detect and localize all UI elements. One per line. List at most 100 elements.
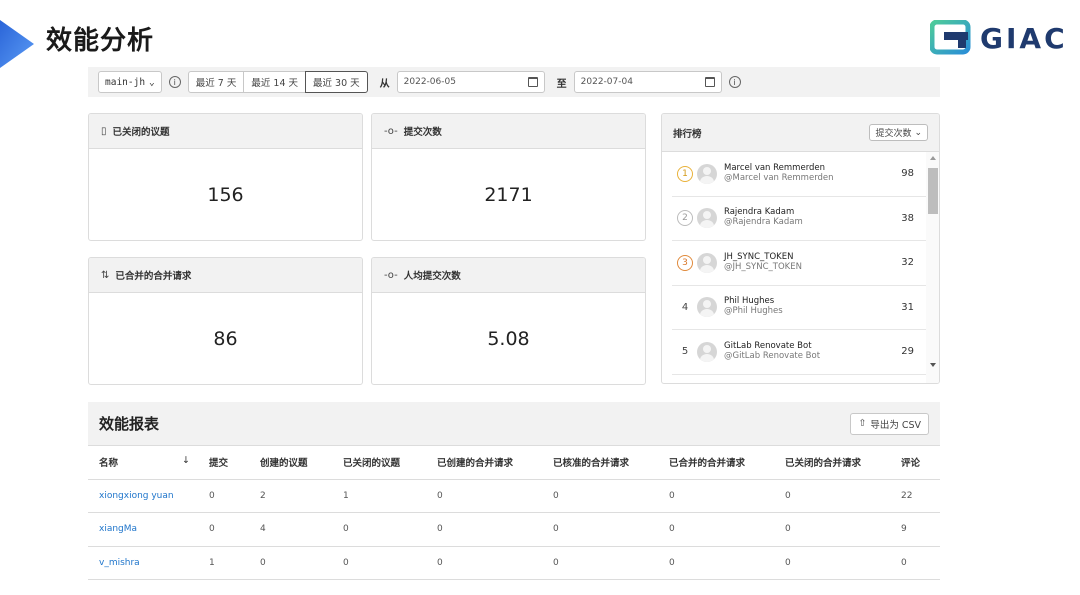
to-date-input[interactable]: 2022-07-04	[573, 71, 722, 93]
export-icon: ⇧	[858, 418, 867, 429]
user-link[interactable]: v_mishra	[88, 546, 198, 580]
branch-select[interactable]: main-jh ⌄	[98, 71, 162, 93]
range-30-days-button[interactable]: 最近 30 天	[305, 71, 368, 93]
column-header-name[interactable]: 名称 ↓	[88, 446, 198, 480]
column-header[interactable]: 已关闭的合并请求	[774, 446, 890, 480]
issue-closed-icon: ▯	[101, 125, 107, 137]
scrollbar-thumb[interactable]	[928, 168, 938, 214]
slide-title: 效能分析	[46, 26, 155, 56]
chevron-down-icon: ⌄	[149, 76, 155, 88]
slide-arrow-decoration	[0, 20, 34, 68]
commit-icon: -o-	[384, 125, 398, 137]
table-cell: 4	[249, 512, 332, 547]
leaderboard-panel: 排行榜 提交次数 ⌄ 1 Marcel van Remmerden @Marce…	[661, 113, 940, 384]
filter-bar: main-jh ⌄ i 最近 7 天 最近 14 天 最近 30 天 从 202…	[88, 67, 940, 97]
report-title: 效能报表	[99, 415, 160, 433]
to-label: 至	[556, 78, 567, 90]
export-csv-button[interactable]: ⇧ 导出为 CSV	[850, 412, 929, 435]
avatar	[697, 163, 717, 184]
card-title: 已合并的合并请求	[115, 271, 192, 282]
leaderboard-row[interactable]: 1 Marcel van Remmerden @Marcel van Remme…	[672, 152, 926, 197]
table-cell: 0	[542, 479, 658, 513]
card-header: -o- 提交次数	[372, 114, 645, 149]
avatar	[697, 341, 717, 362]
table-cell: 0	[890, 546, 940, 580]
giac-logo: GIAC	[930, 20, 1068, 56]
card-title: 提交次数	[403, 127, 442, 138]
column-header[interactable]: 已合并的合并请求	[658, 446, 774, 480]
leaderboard-scrollbar[interactable]	[926, 152, 939, 383]
table-cell: 0	[426, 479, 542, 513]
range-14-days-button[interactable]: 最近 14 天	[243, 71, 307, 93]
from-label: 从	[379, 78, 390, 90]
table-row: v_mishra 1 0 0 0 0 0 0 0	[88, 546, 940, 580]
leaderboard-row[interactable]: 4 Phil Hughes @Phil Hughes 31	[672, 286, 926, 330]
gold-medal-icon: 1	[677, 165, 693, 182]
user-handle: @Rajendra Kadam	[724, 217, 803, 228]
from-date-input[interactable]: 2022-06-05	[396, 71, 545, 93]
table-cell: 0	[198, 479, 249, 513]
table-cell: 1	[198, 546, 249, 580]
report-header: 效能报表 ⇧ 导出为 CSV	[88, 402, 940, 446]
commit-count: 29	[901, 346, 914, 358]
column-header[interactable]: 提交	[198, 446, 249, 480]
avg-commits-value: 5.08	[487, 327, 530, 350]
commit-count: 38	[901, 212, 914, 224]
to-date-value: 2022-07-04	[580, 77, 633, 87]
avg-commits-card: -o- 人均提交次数 5.08	[371, 257, 646, 385]
info-icon[interactable]: i	[728, 76, 741, 88]
column-header[interactable]: 已核准的合并请求	[542, 446, 658, 480]
sort-down-icon[interactable]: ↓	[182, 455, 190, 466]
table-cell: 22	[890, 479, 940, 513]
card-header: ⇅ 已合并的合并请求	[89, 258, 362, 293]
table-cell: 0	[542, 546, 658, 580]
scroll-up-arrow-icon[interactable]	[930, 156, 936, 160]
card-header: -o- 人均提交次数	[372, 258, 645, 293]
merged-mrs-card: ⇅ 已合并的合并请求 86	[88, 257, 363, 385]
giac-logo-icon	[930, 20, 971, 55]
table-cell: 0	[198, 512, 249, 547]
silver-medal-icon: 2	[677, 210, 693, 227]
table-cell: 0	[774, 479, 890, 513]
user-handle: @GitLab Renovate Bot	[724, 350, 821, 361]
leaderboard-row[interactable]: 5 GitLab Renovate Bot @GitLab Renovate B…	[672, 330, 926, 375]
table-cell: 0	[426, 546, 542, 580]
closed-issues-card: ▯ 已关闭的议题 156	[88, 113, 363, 241]
branch-select-value: main-jh	[105, 76, 146, 88]
user-link[interactable]: xiongxiong yuan	[88, 479, 198, 513]
card-title: 已关闭的议题	[112, 127, 170, 138]
logo-text: GIAC	[980, 21, 1068, 55]
sort-select-value: 提交次数	[875, 129, 912, 139]
card-header: ▯ 已关闭的议题	[89, 114, 362, 149]
leaderboard-row[interactable]: 2 Rajendra Kadam @Rajendra Kadam 38	[672, 197, 926, 241]
table-cell: 0	[542, 512, 658, 547]
commits-value: 2171	[484, 183, 533, 206]
commit-count: 98	[901, 168, 914, 180]
column-header[interactable]: 评论	[890, 446, 940, 480]
table-cell: 0	[658, 479, 774, 513]
user-link[interactable]: xiangMa	[88, 512, 198, 547]
table-row: xiangMa 0 4 0 0 0 0 0 9	[88, 512, 940, 547]
avatar	[697, 208, 717, 229]
column-header[interactable]: 已关闭的议题	[332, 446, 426, 480]
leaderboard-header: 排行榜 提交次数 ⌄	[662, 114, 939, 152]
user-handle: @JH_SYNC_TOKEN	[724, 261, 802, 272]
scroll-down-arrow-icon[interactable]	[930, 363, 936, 367]
column-header[interactable]: 创建的议题	[249, 446, 332, 480]
commit-count: 32	[901, 257, 914, 269]
user-handle: @Phil Hughes	[724, 306, 783, 317]
column-header[interactable]: 已创建的合并请求	[426, 446, 542, 480]
table-cell: 0	[774, 546, 890, 580]
closed-issues-value: 156	[207, 183, 244, 206]
avatar	[697, 252, 717, 273]
table-cell: 0	[658, 512, 774, 547]
leaderboard-row[interactable]: 3 JH_SYNC_TOKEN @JH_SYNC_TOKEN 32	[672, 241, 926, 286]
table-cell: 0	[249, 546, 332, 580]
table-cell: 0	[332, 546, 426, 580]
info-icon[interactable]: i	[168, 76, 181, 88]
calendar-icon	[527, 77, 538, 87]
report-table: 名称 ↓ 提交 创建的议题 已关闭的议题 已创建的合并请求 已核准的合并请求 已合…	[88, 446, 940, 580]
export-csv-label: 导出为 CSV	[870, 419, 921, 431]
leaderboard-sort-select[interactable]: 提交次数 ⌄	[869, 124, 928, 141]
range-7-days-button[interactable]: 最近 7 天	[187, 71, 245, 93]
